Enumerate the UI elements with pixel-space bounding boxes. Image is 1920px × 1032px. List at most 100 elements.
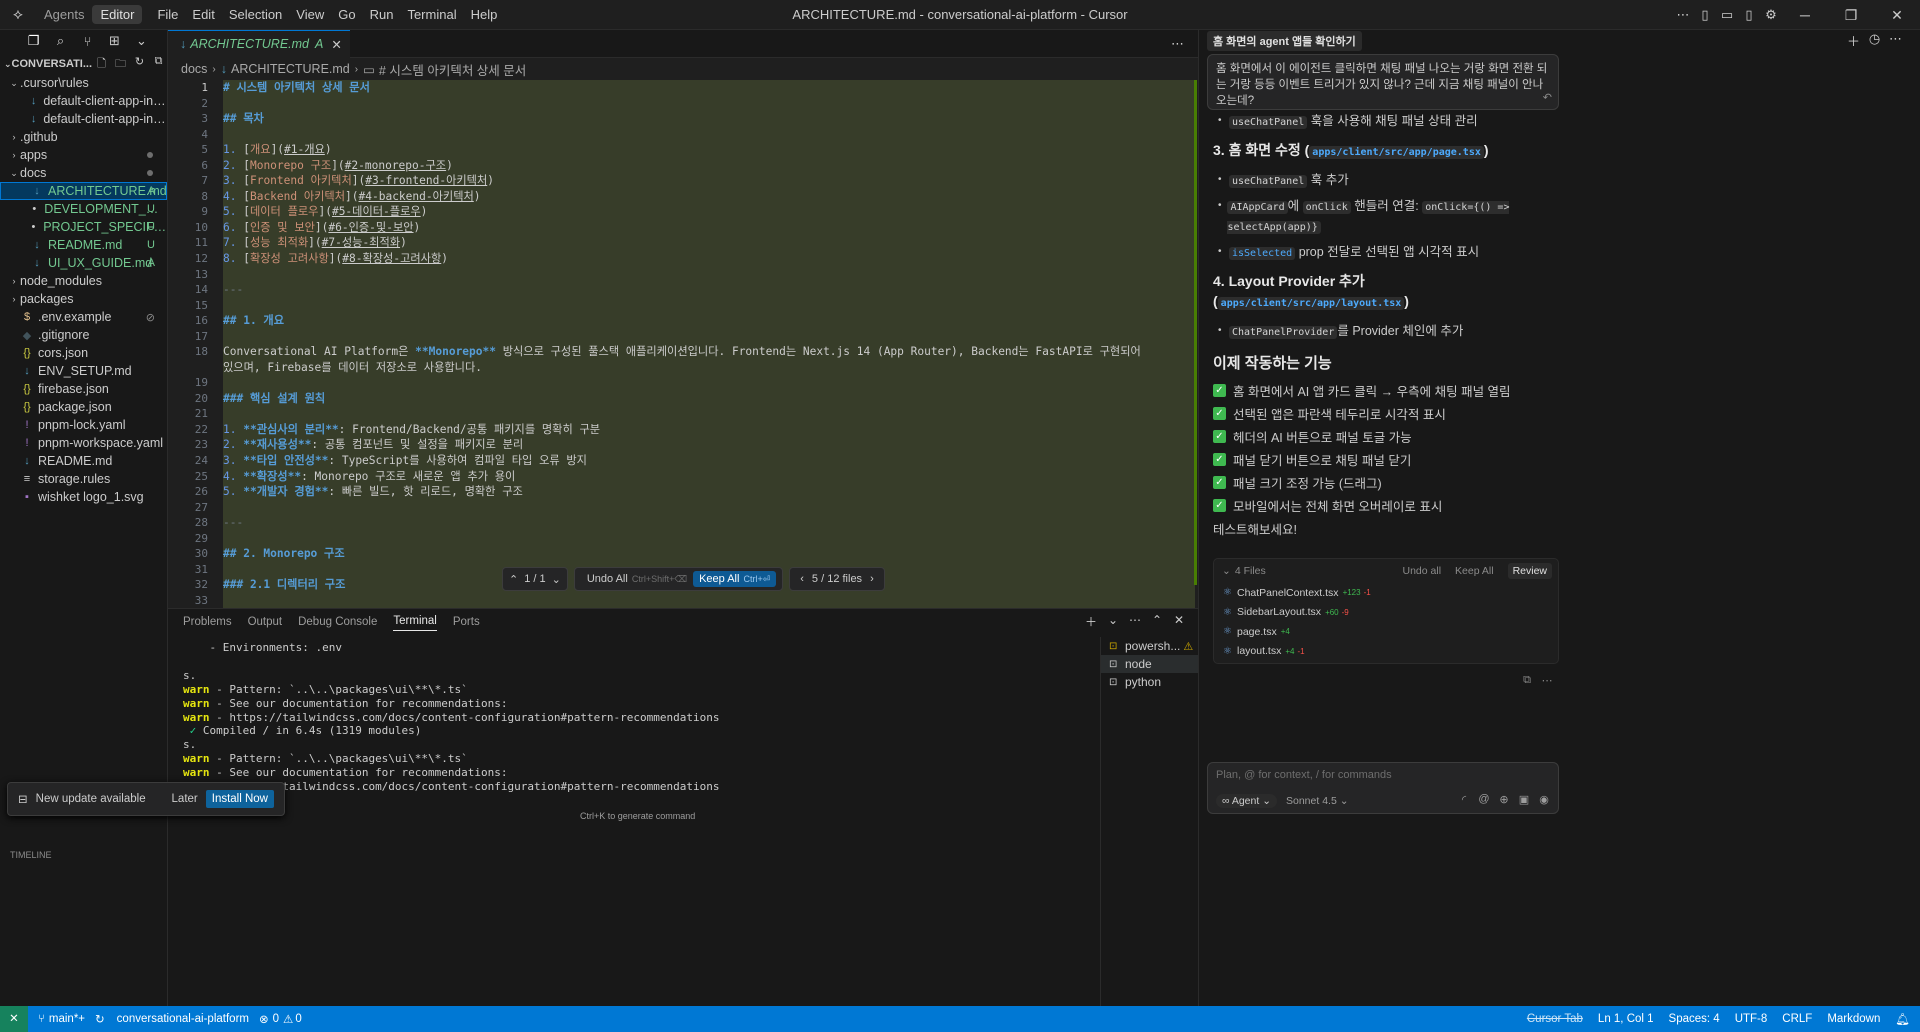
code-line[interactable]: 3. [Frontend 아키텍처](#3-frontend-아키텍처) [223,173,1183,189]
terminal-item-powershell[interactable]: ⊡ powersh... ⚠ [1101,637,1198,655]
code-line[interactable]: ## 2. Monorepo 구조 [223,546,1183,562]
code-line[interactable]: 4. [Backend 아키텍처](#4-backend-아키텍처) [223,189,1183,205]
code-line[interactable] [223,267,1183,283]
remote-icon[interactable]: ✕ [0,1006,28,1032]
keep-all-files-button[interactable]: Keep All [1455,565,1494,577]
restore-checkpoint-icon[interactable]: ↶ [1543,90,1552,106]
menu-view[interactable]: View [289,7,331,22]
new-terminal-icon[interactable]: ＋ [1080,613,1102,630]
chevron-down-icon[interactable]: ⌄ [128,33,155,49]
source-control-icon[interactable]: ⑂ [74,34,101,49]
project-name[interactable]: conversational-ai-platform [117,1013,249,1025]
editor-tab-architecture[interactable]: ↓ ARCHITECTURE.md A ✕ [168,29,350,58]
new-file-icon[interactable]: 🗋 [92,55,111,74]
close-panel-icon[interactable]: ✕ [1168,613,1190,630]
undo-all-button[interactable]: Undo All Ctrl+Shift+⌫ [581,571,693,587]
file-item[interactable]: ▪ wishket logo_1.svg [0,488,167,506]
terminal-item-node[interactable]: ⊡ node [1101,655,1198,673]
more-icon[interactable]: ⋯ [1672,7,1694,23]
code-line[interactable] [223,531,1183,547]
code-line[interactable]: 2. [Monorepo 구조](#2-monorepo-구조) [223,158,1183,174]
file-path-link[interactable]: apps/client/src/app/layout.tsx [1217,297,1405,310]
menu-selection[interactable]: Selection [222,7,289,22]
code-line[interactable]: --- [223,515,1183,531]
menu-terminal[interactable]: Terminal [400,7,463,22]
changed-file-item[interactable]: ⚛ SidebarLayout.tsx +60 -9 [1214,603,1558,623]
code-line[interactable]: 4. **확장성**: Monorepo 구조로 새로운 앱 추가 용이 [223,469,1183,485]
code-line[interactable]: ### 핵심 설계 원칙 [223,391,1183,407]
cursor-tab-status[interactable]: Cursor Tab [1527,1013,1583,1025]
image-icon[interactable]: ▣ [1514,793,1534,806]
code-line[interactable]: 5. **개발자 경험**: 빠른 빌드, 핫 리로드, 명확한 구조 [223,484,1183,500]
code-line[interactable]: 1. **관심사의 분리**: Frontend/Backend/공통 패키지를… [223,422,1183,438]
file-item[interactable]: {} cors.json [0,344,167,362]
file-item[interactable]: {} package.json [0,398,167,416]
folder-item[interactable]: › .github [0,128,167,146]
file-item[interactable]: ↓ ENV_SETUP.md [0,362,167,380]
code-line[interactable] [223,96,1183,112]
close-tab-icon[interactable]: ✕ [331,37,341,52]
terminal-output[interactable]: - Environments: .env s. warn - Pattern: `.… [183,641,1093,794]
file-item[interactable]: ! pnpm-workspace.yaml [0,434,167,452]
breadcrumb-symbol[interactable]: # 시스템 아키텍처 상세 문서 [379,60,526,79]
breadcrumb-docs[interactable]: docs [181,62,207,76]
code-line[interactable]: 8. [확장성 고려사항](#8-확장성-고려사항) [223,251,1183,267]
code-line[interactable]: 2. **재사용성**: 공통 컴포넌트 및 설정을 패키지로 분리 [223,437,1183,453]
more-icon[interactable]: ⋯ [1885,31,1906,50]
editor-more-actions-icon[interactable]: ⋯ [1171,36,1184,52]
chevron-down-icon[interactable]: ⌄ [552,573,561,586]
close-window-icon[interactable]: ✕ [1874,7,1920,24]
file-item[interactable]: •PROJECT_SPECIFICATI...U [0,218,167,236]
toggle-panel-icon[interactable]: ▭ [1716,7,1738,23]
chevron-down-icon[interactable]: ⌄ [1102,613,1124,630]
more-icon[interactable]: ⋯ [1537,674,1557,687]
mode-agents[interactable]: Agents [36,5,92,24]
code-editor[interactable]: 1 2 3 4 5 6 7 8 9 10 11 12 13 14 15 16 17 18 19 20 21 22 23 24 2… [168,80,1198,608]
warning-count[interactable]: 0 [295,1013,301,1025]
maximize-panel-icon[interactable]: ⌃ [1146,613,1168,630]
code-line[interactable] [223,500,1183,516]
chevron-up-icon[interactable]: ⌃ [509,573,518,586]
file-item[interactable]: ↓ default-client-app-instruct... [0,110,167,128]
settings-gear-icon[interactable]: ⚙ [1760,7,1782,23]
web-globe-icon[interactable]: ⊕ [1494,793,1514,806]
timeline-section-label[interactable]: TIMELINE [10,850,52,860]
chevron-down-icon[interactable]: ⌄ [1222,565,1231,577]
minimize-icon[interactable]: ─ [1782,7,1828,23]
explorer-files-icon[interactable]: ❐ [20,33,47,49]
language-mode[interactable]: Markdown [1827,1013,1880,1025]
tab-debug-console[interactable]: Debug Console [298,616,377,631]
refresh-icon[interactable]: ↻ [130,55,149,74]
notifications-bell-icon[interactable]: 🔔︎ [1895,1012,1910,1026]
collapse-all-icon[interactable]: ⧉ [149,55,168,74]
later-button[interactable]: Later [172,793,198,805]
more-icon[interactable]: ⋯ [1124,613,1146,630]
user-message[interactable]: 홈 화면에서 이 에이전트 클릭하면 채팅 패널 나오는 거랑 화면 전환 되는… [1207,54,1559,110]
voice-stop-icon[interactable]: ◉ [1534,793,1554,806]
code-line[interactable] [223,593,1183,608]
chevron-right-icon[interactable]: › [870,573,874,585]
new-chat-icon[interactable]: ＋ [1843,31,1864,50]
mention-icon[interactable]: @ [1474,793,1494,806]
agent-mode-selector[interactable]: ∞ Agent ⌄ [1216,794,1277,808]
changed-file-item[interactable]: ⚛ ChatPanelContext.tsx +123 -1 [1214,583,1558,603]
code-line[interactable]: Conversational AI Platform은 **Monorepo**… [223,344,1183,375]
code-line[interactable]: 5. [데이터 플로우](#5-데이터-플로우) [223,204,1183,220]
code-line[interactable]: 1. [개요](#1-개요) [223,142,1183,158]
toggle-sidebar-icon[interactable]: ▯ [1694,7,1716,23]
undo-all-files-button[interactable]: Undo all [1403,565,1442,577]
code-line[interactable] [223,298,1183,314]
file-item[interactable]: {} firebase.json [0,380,167,398]
toggle-secondary-sidebar-icon[interactable]: ▯ [1738,7,1760,23]
chat-composer[interactable]: Plan, @ for context, / for commands ∞ Ag… [1207,762,1559,814]
tab-terminal[interactable]: Terminal [393,615,437,631]
menu-help[interactable]: Help [464,7,505,22]
tab-output[interactable]: Output [248,616,283,631]
install-now-button[interactable]: Install Now [205,790,274,808]
tab-ports[interactable]: Ports [453,616,480,631]
folder-item[interactable]: › node_modules [0,272,167,290]
menu-edit[interactable]: Edit [185,7,221,22]
extensions-icon[interactable]: ⊞ [101,33,128,49]
tab-problems[interactable]: Problems [183,616,232,631]
file-item[interactable]: ↓ default-client-app-instruct... [0,92,167,110]
